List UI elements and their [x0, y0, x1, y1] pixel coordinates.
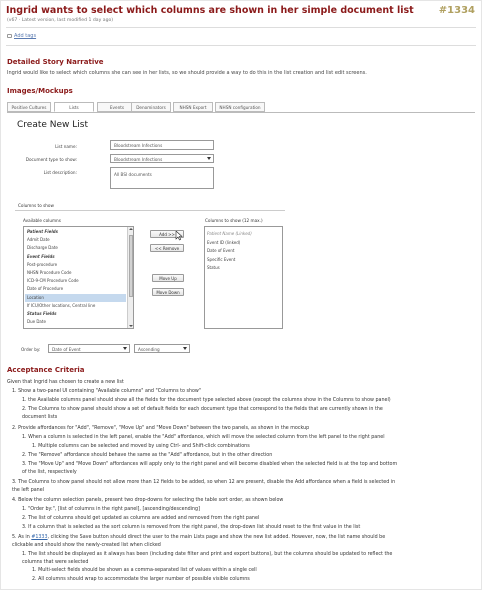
story-link-1333[interactable]: #1333	[31, 535, 47, 540]
story-narrative-heading: Detailed Story Narrative	[7, 58, 104, 66]
document-type-select[interactable]: Bloodstream Infections	[110, 154, 214, 163]
columns-to-show-header: Columns to show (12 max.)	[205, 218, 263, 223]
move-down-button[interactable]: Move Down	[152, 288, 184, 296]
criteria-line: 1. the Available columns panel should sh…	[22, 398, 391, 403]
available-columns-header: Available columns	[23, 218, 61, 223]
order-by-select[interactable]: Date of Event	[48, 344, 130, 353]
list-item[interactable]: Discharge Date	[25, 244, 126, 252]
criteria-line: 5. As in #1333, clicking the Save button…	[12, 535, 386, 540]
criteria-line: 2. The list of columns should get update…	[22, 516, 260, 521]
add-tags-link[interactable]: Add tags	[7, 33, 36, 39]
columns-to-show-label: Columns to show	[18, 203, 54, 208]
list-item[interactable]: Post-procedure	[25, 261, 126, 269]
list-name-input[interactable]: Bloodstream Infections	[110, 140, 214, 150]
list-item[interactable]: Event ID (linked)	[207, 240, 240, 245]
criteria-line: 1. "Order by:", [list of columns in the …	[22, 507, 200, 512]
list-description-textarea[interactable]: All BSI documents	[110, 167, 214, 189]
list-item[interactable]: Admit Date	[25, 236, 126, 244]
scroll-down-icon[interactable]	[129, 325, 133, 327]
acceptance-criteria-heading: Acceptance Criteria	[7, 366, 85, 374]
criteria-line: 2. Provide affordances for "Add", "Remov…	[12, 426, 310, 431]
mockups-heading: Images/Mockups	[7, 87, 73, 95]
tab-nhsn-export[interactable]: NHSN Export	[173, 102, 213, 112]
criteria-line: 2. The "Remove" affordance should behave…	[22, 453, 273, 458]
list-item[interactable]: Status	[207, 265, 220, 270]
story-title: Ingrid wants to select which columns are…	[6, 5, 414, 16]
list-item[interactable]: Date of Event	[207, 248, 234, 253]
criteria-line: 1. The list should be displayed as it al…	[22, 552, 393, 557]
criteria-line: Given that Ingrid has chosen to create a…	[7, 380, 124, 385]
list-item[interactable]: Date of Procedure	[25, 285, 126, 293]
list-item[interactable]: Patient Fields	[25, 228, 126, 236]
story-number[interactable]: #1334	[439, 5, 475, 16]
list-item[interactable]: If ICU/Other locations, Central line	[25, 302, 126, 310]
add-tags-label[interactable]: Add tags	[14, 33, 36, 39]
list-item[interactable]: Patient Name (Linked)	[207, 231, 252, 236]
tab-lists[interactable]: Lists	[54, 102, 94, 112]
divider	[6, 27, 476, 28]
scrollbar[interactable]	[127, 227, 133, 328]
criteria-line: 1. Show a two-panel UI containing "Avail…	[12, 389, 202, 394]
criteria-line: 4. Below the column selection panels, pr…	[12, 498, 284, 503]
list-item[interactable]: Status Fields	[25, 310, 126, 318]
list-item[interactable]: ICD-9-CM Procedure Code	[25, 277, 126, 285]
scroll-thumb[interactable]	[128, 235, 133, 297]
order-by-value: Date of Event	[52, 347, 81, 352]
list-name-label: List name:	[55, 144, 77, 149]
criteria-line: 3. The "Move Up" and "Move Down" afforda…	[22, 462, 398, 467]
criteria-line: the left panel	[12, 487, 44, 493]
remove-button[interactable]: << Remove	[150, 244, 184, 252]
tab-denominators[interactable]: Denominators	[131, 102, 171, 112]
criteria-line: document lists	[22, 414, 58, 420]
criteria-line: 1. Multiple columns can be selected and …	[32, 444, 250, 449]
list-item[interactable]: Event Fields	[25, 253, 126, 261]
criteria-line: 3. If a column that is selected as the s…	[22, 525, 361, 530]
scroll-up-icon[interactable]	[129, 228, 133, 230]
list-item-selected[interactable]: Location	[25, 293, 126, 302]
tag-icon	[7, 33, 12, 38]
chevron-down-icon	[123, 347, 127, 350]
story-narrative-text: Ingrid would like to select which column…	[7, 70, 367, 76]
available-columns-list[interactable]: Patient Fields Admit Date Discharge Date…	[23, 226, 134, 329]
divider	[6, 45, 476, 46]
tab-nhsn-configuration[interactable]: NHSN configuration	[215, 102, 265, 112]
version-meta: (v67 · Latest version, last modified 1 d…	[7, 18, 114, 23]
list-item[interactable]: Due Date	[25, 318, 126, 326]
list-item[interactable]: NHSN Procedure Code	[25, 269, 126, 277]
criteria-line: clickable and should show the newly-crea…	[12, 542, 161, 548]
criteria-line: 2. The Columns to show panel should show…	[22, 407, 383, 412]
sort-direction-select[interactable]: Ascending	[134, 344, 190, 353]
tab-underline	[7, 111, 475, 113]
document-type-label: Document type to show:	[25, 157, 77, 162]
tab-positive-cultures[interactable]: Positive Cultures	[7, 102, 51, 112]
list-description-label: List description:	[43, 170, 77, 175]
columns-to-show-list[interactable]: Patient Name (Linked) Event ID (linked) …	[204, 226, 283, 329]
create-list-title: Create New List	[17, 120, 88, 130]
criteria-line: 1. When a column is selected in the left…	[22, 435, 385, 440]
divider	[15, 210, 285, 211]
story-page: Ingrid wants to select which columns are…	[0, 0, 482, 590]
list-item[interactable]: Specific Event	[207, 257, 235, 262]
criteria-line: columns that were selected	[22, 559, 89, 565]
move-up-button[interactable]: Move Up	[152, 274, 184, 282]
criteria-line: of the list, respectively	[22, 469, 77, 475]
criteria-line: 3. The Columns to show panel should not …	[12, 480, 396, 485]
document-type-value: Bloodstream Infections	[114, 157, 163, 162]
chevron-down-icon	[183, 347, 187, 350]
criteria-line: 1. Multi-select fields should be shown a…	[32, 568, 257, 573]
criteria-line: 2. All columns should wrap to accommodat…	[32, 577, 250, 582]
order-by-label: Order by:	[21, 347, 41, 352]
chevron-down-icon	[207, 157, 211, 160]
sort-direction-value: Ascending	[138, 347, 160, 352]
